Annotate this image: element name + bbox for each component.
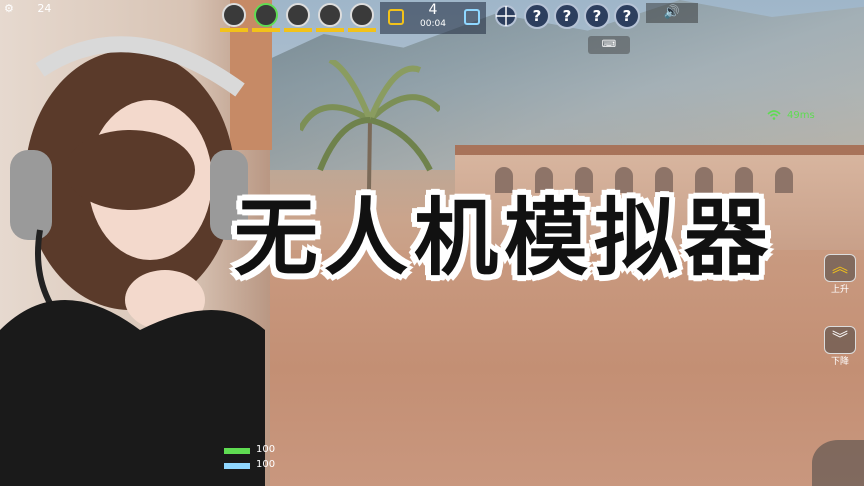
sound-icon[interactable]: 🔊	[646, 3, 698, 23]
slot-item[interactable]	[316, 2, 344, 32]
slot-item[interactable]	[284, 2, 312, 32]
player-count: 24	[37, 2, 52, 15]
help-button[interactable]: ?	[554, 3, 580, 29]
video-title-overlay: 无人机模拟器	[234, 189, 775, 287]
team-a-icon	[388, 9, 404, 25]
equipment-slots	[220, 2, 376, 32]
health-value: 100	[256, 444, 276, 455]
streamer-portrait	[0, 36, 265, 486]
descend-label: 下降	[830, 357, 849, 367]
fire-button[interactable]	[812, 440, 864, 486]
score-value: 4	[428, 2, 438, 18]
help-button-row: ? ? ? ?	[492, 3, 640, 29]
ping-value: 49ms	[787, 110, 815, 121]
help-button[interactable]: ?	[614, 3, 640, 29]
slot-item[interactable]	[348, 2, 376, 32]
descend-button[interactable]: ︾ 下降	[820, 326, 860, 368]
network-status: 49ms	[767, 110, 815, 121]
scoreboard: 4 00:04	[380, 2, 486, 34]
slot-item[interactable]	[220, 2, 248, 32]
team-b-icon	[464, 9, 480, 25]
minimap-info[interactable]: ⚙ 24	[4, 2, 154, 26]
help-button[interactable]: ?	[524, 3, 550, 29]
gear-icon[interactable]: ⚙	[4, 2, 14, 15]
status-bars: 100 100	[224, 444, 284, 474]
chevron-down-icon: ︾	[824, 326, 856, 354]
armor-bar: 100	[224, 459, 284, 474]
armor-value: 100	[256, 459, 276, 470]
slot-item[interactable]	[252, 2, 280, 32]
match-time: 00:04	[420, 19, 446, 29]
wifi-icon	[767, 110, 781, 120]
keyboard-icon[interactable]: ⌨	[588, 36, 630, 54]
help-button[interactable]: ?	[584, 3, 610, 29]
target-icon[interactable]	[492, 3, 520, 29]
health-bar: 100	[224, 444, 284, 459]
